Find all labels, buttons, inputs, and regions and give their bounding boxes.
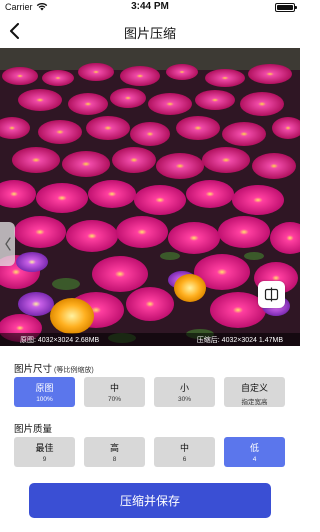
size-option-original[interactable]: 原图 100% (14, 377, 75, 407)
option-sub: 30% (177, 396, 191, 403)
image-info-strip: 原图: 4032×3024 2.68MB 压缩后: 4032×3024 1.47… (0, 333, 300, 346)
quality-option-best[interactable]: 最佳 9 (14, 437, 75, 467)
size-hint: (等比例缩放) (54, 367, 94, 374)
image-preview: 原图: 4032×3024 2.68MB 压缩后: 4032×3024 1.47… (0, 48, 300, 346)
size-title: 图片尺寸 (14, 364, 53, 375)
option-label: 小 (179, 383, 189, 393)
size-option-medium[interactable]: 中 70% (84, 377, 145, 407)
option-label: 自定义 (240, 383, 268, 393)
option-label: 低 (249, 443, 259, 453)
option-sub: 4 (252, 456, 257, 463)
quality-title: 图片质量 (14, 424, 53, 435)
side-drawer-handle[interactable] (0, 222, 15, 266)
battery-icon (275, 3, 297, 12)
compressed-info: 压缩后: 4032×3024 1.47MB (196, 337, 283, 344)
quality-section-title: 图片质量 (14, 421, 52, 435)
nav-bar: 图片压缩 (0, 14, 300, 48)
option-sub: 8 (112, 456, 117, 463)
option-sub: 70% (107, 396, 121, 403)
compress-save-button[interactable]: 压缩并保存 (29, 483, 271, 518)
option-sub: 指定宽高 (241, 399, 268, 406)
option-sub: 6 (182, 456, 187, 463)
split-compare-icon (264, 287, 279, 302)
page-title: 图片压缩 (123, 26, 176, 41)
option-sub: 9 (42, 456, 47, 463)
original-info: 原图: 4032×3024 2.68MB (20, 337, 100, 344)
size-option-small[interactable]: 小 30% (154, 377, 215, 407)
quality-option-medium[interactable]: 中 6 (154, 437, 215, 467)
compare-button[interactable] (258, 281, 285, 308)
option-label: 中 (179, 443, 189, 453)
status-bar: Carrier 3:44 PM (0, 0, 300, 14)
option-sub: 100% (36, 396, 53, 403)
size-section-title: 图片尺寸 (等比例缩放) (14, 361, 94, 375)
option-label: 高 (109, 443, 119, 453)
option-label: 中 (109, 383, 119, 393)
option-label: 最佳 (35, 443, 54, 453)
quality-option-high[interactable]: 高 8 (84, 437, 145, 467)
status-time: 3:44 PM (131, 1, 169, 12)
quality-option-low[interactable]: 低 4 (224, 437, 285, 467)
flower-photo (0, 48, 300, 346)
chevron-left-icon (4, 237, 11, 251)
size-option-custom[interactable]: 自定义 指定宽高 (224, 377, 285, 407)
option-label: 原图 (35, 383, 54, 393)
